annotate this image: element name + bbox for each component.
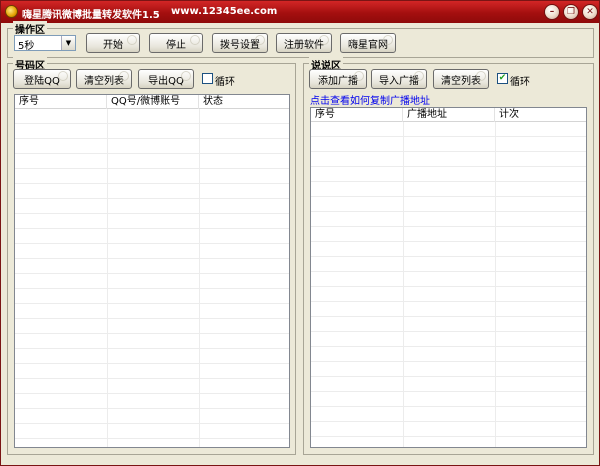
- column-header-index[interactable]: 序号: [311, 108, 403, 122]
- accounts-loop-label: 循环: [215, 77, 235, 88]
- broadcast-list-header: 序号 广播地址 计次: [311, 108, 586, 122]
- button-deco-icon: [414, 71, 424, 81]
- column-header-address[interactable]: 广播地址: [403, 108, 495, 122]
- accounts-loop-checkbox[interactable]: [202, 73, 213, 84]
- button-deco-icon: [181, 71, 191, 81]
- talk-loop-checkbox[interactable]: ✔: [497, 73, 508, 84]
- button-deco-icon: [119, 71, 129, 81]
- button-deco-icon: [58, 71, 68, 81]
- accounts-list-body[interactable]: [15, 109, 289, 447]
- accounts-list[interactable]: 序号 QQ号/微博账号 状态: [14, 94, 290, 448]
- login-qq-label: 登陆QQ: [24, 75, 60, 87]
- export-qq-button[interactable]: 导出QQ: [138, 69, 194, 89]
- clear-broadcast-button[interactable]: 清空列表: [433, 69, 489, 89]
- chevron-down-icon[interactable]: ▼: [61, 36, 75, 50]
- broadcast-list-body[interactable]: [311, 122, 586, 447]
- operation-group-label: 操作区: [13, 21, 47, 36]
- import-broadcast-label: 导入广播: [379, 75, 419, 87]
- column-header-count[interactable]: 计次: [495, 108, 586, 122]
- column-header-index[interactable]: 序号: [15, 95, 107, 109]
- grid-line: [403, 122, 404, 447]
- window-url: www.12345ee.com: [171, 6, 278, 17]
- button-deco-icon: [255, 35, 265, 45]
- restore-icon[interactable]: ❐: [563, 4, 579, 20]
- dial-settings-button[interactable]: 拨号设置: [212, 33, 268, 53]
- button-deco-icon: [319, 35, 329, 45]
- column-header-status[interactable]: 状态: [199, 95, 289, 109]
- start-button-label: 开始: [103, 39, 123, 51]
- accounts-list-header: 序号 QQ号/微博账号 状态: [15, 95, 289, 109]
- website-button[interactable]: 嗨星官网: [340, 33, 396, 53]
- column-header-account[interactable]: QQ号/微博账号: [107, 95, 199, 109]
- clear-broadcast-label: 清空列表: [441, 75, 481, 87]
- window-title: 嗨星腾讯微博批量转发软件1.5: [22, 10, 160, 21]
- button-deco-icon: [127, 35, 137, 45]
- register-button[interactable]: 注册软件: [276, 33, 332, 53]
- interval-value: 5秒: [18, 41, 35, 52]
- grid-line: [107, 109, 108, 447]
- add-broadcast-label: 添加广播: [318, 75, 358, 87]
- export-qq-label: 导出QQ: [148, 75, 184, 87]
- register-label: 注册软件: [284, 39, 324, 51]
- start-button[interactable]: 开始: [86, 33, 140, 53]
- login-qq-button[interactable]: 登陆QQ: [13, 69, 71, 89]
- button-deco-icon: [476, 71, 486, 81]
- grid-line: [495, 122, 496, 447]
- minimize-icon[interactable]: –: [544, 4, 560, 20]
- broadcast-list[interactable]: 序号 广播地址 计次: [310, 107, 587, 448]
- main-window: 嗨星腾讯微博批量转发软件1.5 www.12345ee.com – ❐ ✕ 操作…: [0, 0, 600, 466]
- import-broadcast-button[interactable]: 导入广播: [371, 69, 427, 89]
- stop-button-label: 停止: [166, 39, 186, 51]
- website-label: 嗨星官网: [348, 39, 388, 51]
- button-deco-icon: [190, 35, 200, 45]
- title-bar[interactable]: 嗨星腾讯微博批量转发软件1.5 www.12345ee.com – ❐ ✕: [1, 1, 599, 23]
- app-logo-icon: [5, 5, 18, 18]
- clear-accounts-button[interactable]: 清空列表: [76, 69, 132, 89]
- add-broadcast-button[interactable]: 添加广播: [309, 69, 367, 89]
- clear-accounts-label: 清空列表: [84, 75, 124, 87]
- grid-line: [199, 109, 200, 447]
- dial-settings-label: 拨号设置: [220, 39, 260, 51]
- copy-broadcast-help-link[interactable]: 点击查看如何复制广播地址: [310, 92, 430, 107]
- talk-loop-label: 循环: [510, 77, 530, 88]
- button-deco-icon: [383, 35, 393, 45]
- button-deco-icon: [354, 71, 364, 81]
- stop-button[interactable]: 停止: [149, 33, 203, 53]
- close-icon[interactable]: ✕: [582, 4, 598, 20]
- interval-select[interactable]: 5秒 ▼: [14, 35, 76, 52]
